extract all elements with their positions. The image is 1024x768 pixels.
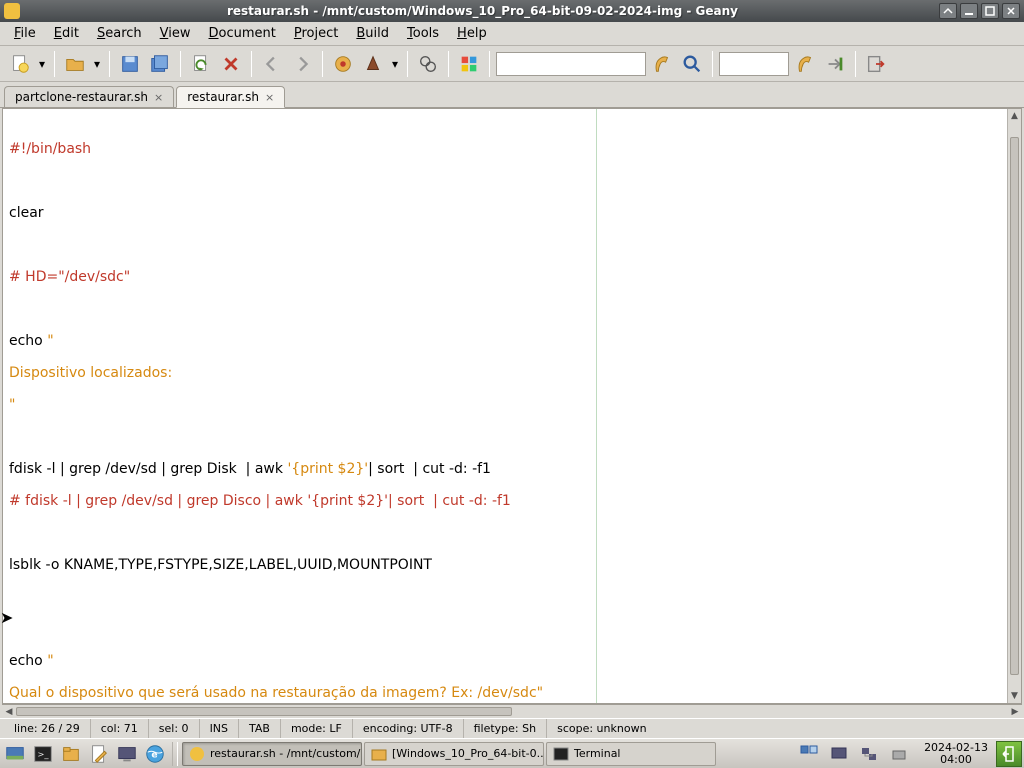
rollup-button[interactable] xyxy=(939,3,957,19)
folder-icon xyxy=(371,746,387,762)
status-mode: mode: LF xyxy=(281,719,353,738)
taskbar-clock[interactable]: 2024-02-13 04:00 xyxy=(918,742,994,766)
build-dropdown[interactable]: ▾ xyxy=(389,57,401,71)
tab-label: restaurar.sh xyxy=(187,90,259,104)
menu-edit[interactable]: Edit xyxy=(46,24,87,43)
logout-button[interactable] xyxy=(996,741,1022,767)
tab-label: partclone-restaurar.sh xyxy=(15,90,148,104)
tab-close-icon[interactable]: × xyxy=(265,91,274,104)
nav-back-button[interactable] xyxy=(258,50,286,78)
app-icon xyxy=(4,3,20,19)
window-titlebar: restaurar.sh - /mnt/custom/Windows_10_Pr… xyxy=(0,0,1024,22)
screenshot-launcher[interactable] xyxy=(114,741,140,767)
status-line: line: 26 / 29 xyxy=(4,719,91,738)
goto-button[interactable] xyxy=(821,50,849,78)
geany-icon xyxy=(189,746,205,762)
tab-restaurar[interactable]: restaurar.sh × xyxy=(176,86,285,108)
search-input[interactable] xyxy=(496,52,646,76)
goto-clear-button[interactable] xyxy=(791,50,819,78)
menu-tools[interactable]: Tools xyxy=(399,24,447,43)
svg-text:>_: >_ xyxy=(38,748,50,758)
taskbar: >_ e restaurar.sh - /mnt/custom/... [Win… xyxy=(0,738,1024,768)
status-tab[interactable]: TAB xyxy=(239,719,281,738)
menubar: File Edit Search View Document Project B… xyxy=(0,22,1024,46)
system-tray xyxy=(792,741,916,767)
menu-build[interactable]: Build xyxy=(348,24,397,43)
save-button[interactable] xyxy=(116,50,144,78)
code-editor[interactable]: #!/bin/bash clear # HD="/dev/sdc" echo "… xyxy=(3,109,1007,703)
menu-view[interactable]: View xyxy=(152,24,199,43)
menu-document[interactable]: Document xyxy=(201,24,284,43)
status-encoding: encoding: UTF-8 xyxy=(353,719,464,738)
clock-date: 2024-02-13 xyxy=(924,742,988,754)
search-clear-button[interactable] xyxy=(648,50,676,78)
files-launcher[interactable] xyxy=(58,741,84,767)
minimize-button[interactable] xyxy=(960,3,978,19)
status-scope: scope: unknown xyxy=(547,719,656,738)
browser-launcher[interactable]: e xyxy=(142,741,168,767)
menu-help[interactable]: Help xyxy=(449,24,495,43)
status-ins[interactable]: INS xyxy=(200,719,239,738)
revert-button[interactable] xyxy=(187,50,215,78)
tray-network-icon[interactable] xyxy=(856,741,882,767)
editor-area: #!/bin/bash clear # HD="/dev/sdc" echo "… xyxy=(2,108,1022,704)
statusbar: line: 26 / 29 col: 71 sel: 0 INS TAB mod… xyxy=(0,718,1024,738)
save-all-button[interactable] xyxy=(146,50,174,78)
task-label: restaurar.sh - /mnt/custom/... xyxy=(210,747,362,760)
menu-file[interactable]: File xyxy=(6,24,44,43)
open-dropdown[interactable]: ▾ xyxy=(91,57,103,71)
editor-launcher[interactable] xyxy=(86,741,112,767)
color-chooser-button[interactable] xyxy=(455,50,483,78)
tray-desktops-icon[interactable] xyxy=(796,741,822,767)
window-title: restaurar.sh - /mnt/custom/Windows_10_Pr… xyxy=(26,4,939,18)
taskbar-item-geany[interactable]: restaurar.sh - /mnt/custom/... xyxy=(182,742,362,766)
quit-button[interactable] xyxy=(862,50,890,78)
status-col: col: 71 xyxy=(91,719,149,738)
new-file-button[interactable] xyxy=(6,50,34,78)
menu-project[interactable]: Project xyxy=(286,24,347,43)
menu-search[interactable]: Search xyxy=(89,24,150,43)
tray-display-icon[interactable] xyxy=(826,741,852,767)
open-button[interactable] xyxy=(61,50,89,78)
status-filetype: filetype: Sh xyxy=(464,719,547,738)
toolbar: ▾ ▾ ▾ xyxy=(0,46,1024,82)
task-label: Terminal xyxy=(574,747,621,760)
close-file-button[interactable] xyxy=(217,50,245,78)
tab-bar: partclone-restaurar.sh × restaurar.sh × xyxy=(0,82,1024,108)
new-file-dropdown[interactable]: ▾ xyxy=(36,57,48,71)
svg-text:e: e xyxy=(151,749,157,760)
clock-time: 04:00 xyxy=(924,754,988,766)
terminal-launcher[interactable]: >_ xyxy=(30,741,56,767)
run-button[interactable] xyxy=(414,50,442,78)
taskbar-item-terminal[interactable]: Terminal xyxy=(546,742,716,766)
tab-partclone-restaurar[interactable]: partclone-restaurar.sh × xyxy=(4,86,174,107)
compile-button[interactable] xyxy=(329,50,357,78)
taskbar-item-files[interactable]: [Windows_10_Pro_64-bit-0... xyxy=(364,742,544,766)
vertical-scrollbar[interactable]: ▲ ▼ xyxy=(1007,109,1021,703)
horizontal-scrollbar[interactable]: ◀ ▶ xyxy=(2,704,1022,718)
tab-close-icon[interactable]: × xyxy=(154,91,163,104)
maximize-button[interactable] xyxy=(981,3,999,19)
goto-line-input[interactable] xyxy=(719,52,789,76)
find-button[interactable] xyxy=(678,50,706,78)
build-button[interactable] xyxy=(359,50,387,78)
show-desktop-button[interactable] xyxy=(2,741,28,767)
tray-removable-icon[interactable] xyxy=(886,741,912,767)
nav-forward-button[interactable] xyxy=(288,50,316,78)
status-sel: sel: 0 xyxy=(149,719,200,738)
task-label: [Windows_10_Pro_64-bit-0... xyxy=(392,747,544,760)
terminal-icon xyxy=(553,746,569,762)
close-button[interactable] xyxy=(1002,3,1020,19)
